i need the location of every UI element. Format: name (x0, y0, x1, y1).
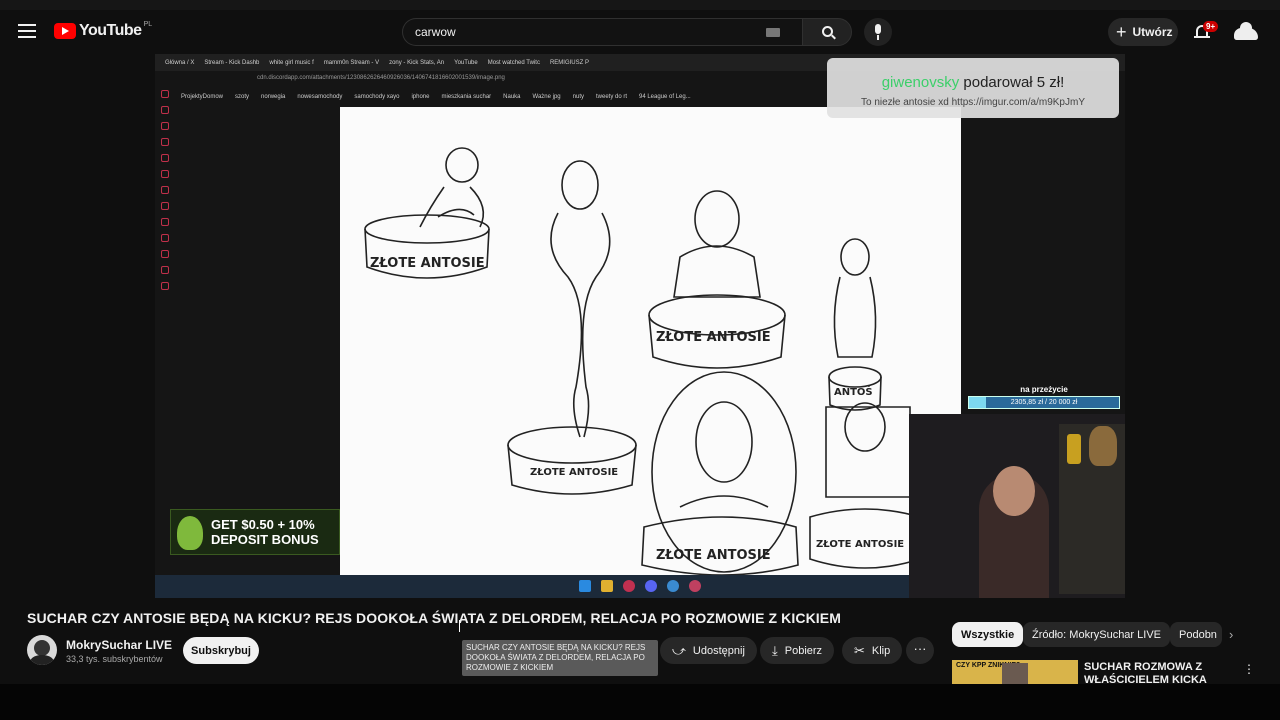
account-avatar[interactable] (1234, 22, 1258, 42)
deposit-bonus-banner: GET $0.50 + 10% DEPOSIT BONUS (170, 509, 340, 555)
youtube-play-icon (54, 23, 76, 39)
video-title: SUCHAR CZY ANTOSIE BĘDĄ NA KICKU? REJS D… (27, 610, 841, 626)
sketch-label-5: ZŁOTE ANTOSIE (656, 548, 771, 563)
download-button[interactable]: ⤓ Pobierz (760, 637, 835, 664)
sketch-label-2: ZŁOTE ANTOSIE (530, 467, 618, 478)
stream-bookmark: norwegia (261, 94, 286, 100)
stream-browser-tab: REMIGIUSZ P (549, 59, 589, 66)
create-button[interactable]: + Utwórz (1108, 18, 1178, 46)
stream-bookmark: Ważne jpg (532, 94, 561, 100)
subscriber-count: 33,3 tys. subskrybentów (66, 654, 163, 664)
stream-side-rail (161, 90, 169, 390)
stream-bookmark: ProjektyDomow (181, 94, 224, 100)
goal-progress-bar: 2305,85 zł / 20 000 zł (968, 396, 1120, 409)
more-actions-button[interactable]: ··· (906, 637, 934, 664)
stream-bookmark: Nauka (503, 94, 521, 100)
zombie-mascot-icon (177, 516, 203, 550)
promo-line-2: DEPOSIT BONUS (211, 532, 319, 547)
sketch-label-1: ZŁOTE ANTOSIE (370, 256, 485, 271)
windows-start-icon (579, 580, 591, 592)
voice-search-button[interactable] (864, 18, 892, 46)
stream-bookmark: nuty (572, 94, 584, 100)
sketch-image: ZŁOTE ANTOSIE ZŁOTE ANTOSIE ZŁOTE ANTOSI… (340, 107, 961, 575)
masthead: YouTube PL carwow + Utwórz 9+ (0, 10, 1280, 54)
keyboard-icon[interactable] (766, 28, 780, 37)
stream-browser-tab: Główna / X (165, 59, 195, 66)
clip-button[interactable]: ✂ Klip (842, 637, 903, 664)
video-player[interactable]: Główna / X Stream - Kick Dashb white girl … (155, 54, 1125, 598)
stream-browser-tab: white girl music f (269, 59, 314, 66)
donation-message: To niezłe antosie xd https://imgur.com/a… (861, 97, 1085, 108)
stream-bookmark: samochody xayo (354, 94, 400, 100)
recommendation-thumbnail[interactable]: CZY KPP ZNIKNIE? (952, 660, 1078, 686)
stream-bookmark: tweety do rt (595, 94, 627, 100)
donation-headline: giwenovsky podarował 5 zł! (827, 74, 1119, 91)
more-vert-icon[interactable]: ⋮ (1243, 662, 1255, 676)
chip-source[interactable]: Źródło: MokrySuchar LIVE (1023, 622, 1170, 647)
stream-browser-tab: Stream - Kick Dashb (204, 59, 260, 66)
streamer-webcam (909, 414, 1125, 598)
chip-similar[interactable]: Podobn (1170, 622, 1222, 647)
logo-text: YouTube (79, 22, 142, 39)
search-input[interactable]: carwow (402, 18, 802, 46)
stream-bookmark: szoty (235, 94, 250, 100)
share-label: Udostępnij (692, 644, 745, 657)
menu-icon[interactable] (18, 24, 36, 38)
donor-name: giwenovsky (881, 74, 960, 91)
statue-sketches: ZŁOTE ANTOSIE ZŁOTE ANTOSIE ZŁOTE ANTOSI… (364, 147, 921, 575)
text-cursor (459, 620, 461, 632)
messenger-icon (667, 580, 679, 592)
stream-browser-tab: Most watched Twitc (487, 59, 540, 66)
share-button[interactable]: ⤻ Udostępnij (660, 637, 757, 664)
notification-badge: 9+ (1203, 21, 1219, 32)
stream-bookmark: 94 League of Leg... (639, 94, 691, 100)
opera-icon (623, 580, 635, 592)
stream-bookmark: nowesamochody (297, 94, 343, 100)
chevron-right-icon[interactable]: › (1229, 627, 1233, 642)
stream-browser-tab: mamm0n Stream - V (323, 59, 380, 66)
donation-amount: 5 zł! (1036, 74, 1065, 91)
channel-avatar[interactable] (27, 635, 57, 665)
discord-icon (645, 580, 657, 592)
download-icon: ⤓ (772, 642, 778, 658)
channel-name[interactable]: MokrySuchar LIVE (66, 638, 172, 652)
sketch-label-3: ZŁOTE ANTOSIE (656, 330, 771, 345)
promo-line-1: GET $0.50 + 10% (211, 517, 315, 532)
goal-label: na przeżycie (1020, 385, 1068, 394)
microphone-icon (875, 24, 881, 34)
sketch-label-6: ZŁOTE ANTOSIE (816, 539, 904, 550)
chrome-icon (689, 580, 701, 592)
scissors-icon: ✂ (854, 642, 865, 658)
donation-alert: giwenovsky podarował 5 zł! To niezłe ant… (827, 58, 1119, 118)
plus-icon: + (1116, 22, 1127, 42)
stream-bookmarks: ProjektyDomow szoty norwegia nowesamochody s… (181, 94, 703, 100)
os-top-strip (0, 0, 1280, 10)
search-button[interactable] (802, 18, 852, 46)
youtube-logo[interactable]: YouTube PL (54, 20, 153, 40)
goal-progress-text: 2305,85 zł / 20 000 zł (1010, 399, 1078, 406)
donation-verb: podarował (963, 74, 1033, 91)
clip-label: Klip (871, 644, 891, 657)
stream-url: cdn.discordapp.com/attachments/123086262… (257, 75, 505, 81)
stream-bookmark: iphone (411, 94, 430, 100)
logo-country-code: PL (143, 20, 153, 28)
stream-taskbar (155, 575, 909, 598)
folder-icon (601, 580, 613, 592)
search-value: carwow (415, 25, 456, 39)
download-label: Pobierz (784, 644, 823, 657)
bottom-strip (0, 684, 1280, 720)
chip-all[interactable]: Wszystkie (952, 622, 1024, 647)
subscribe-button[interactable]: Subskrybuj (183, 637, 259, 664)
create-label: Utwórz (1132, 25, 1173, 39)
sketch-label-4: ANTOŚ (834, 385, 873, 398)
share-icon: ⤻ (672, 642, 686, 658)
stream-bookmark: mieszkania suchar (441, 94, 492, 100)
stream-browser-tab: zony - Kick Stats, An (389, 59, 445, 66)
title-tooltip: SUCHAR CZY ANTOSIE BĘDĄ NA KICKU? REJS D… (462, 640, 658, 676)
stream-browser-tab: YouTube (454, 59, 478, 66)
trophy-icon (1067, 434, 1081, 464)
teddy-bear (1089, 426, 1117, 466)
